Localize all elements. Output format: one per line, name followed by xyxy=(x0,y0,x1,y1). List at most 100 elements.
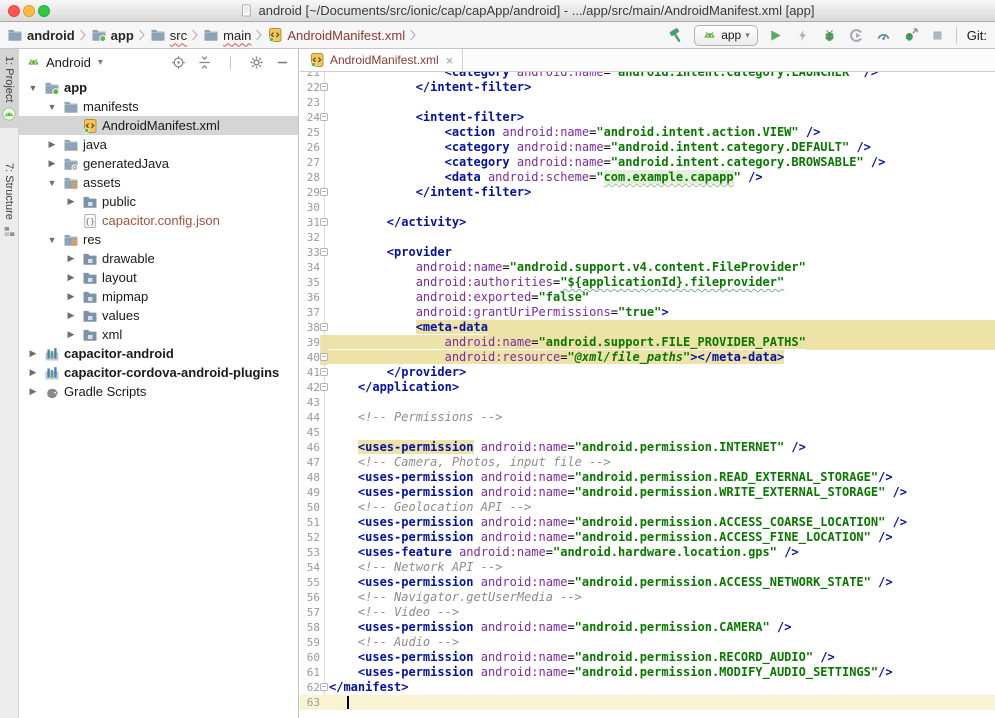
code-line-63[interactable]: 63 xyxy=(300,695,995,710)
code-line-25[interactable]: 25 <action android:name="android.intent.… xyxy=(300,125,995,140)
breadcrumb-item-main[interactable]: main xyxy=(200,27,254,43)
code-line-58[interactable]: 58 <uses-permission android:name="androi… xyxy=(300,620,995,635)
code-line-30[interactable]: 30 xyxy=(300,200,995,215)
code-line-38[interactable]: 38 <meta-data xyxy=(300,320,995,335)
code-line-23[interactable]: 23 xyxy=(300,95,995,110)
chevron-expanded-icon[interactable]: ▼ xyxy=(46,102,58,112)
tree-item-generatedjava[interactable]: ▶generatedJava xyxy=(19,154,298,173)
fold-marker-icon[interactable] xyxy=(320,185,329,200)
code-line-54[interactable]: 54 <!-- Network API --> xyxy=(300,560,995,575)
tree-item-values[interactable]: ▶values xyxy=(19,306,298,325)
fold-marker-icon[interactable] xyxy=(320,320,329,335)
tree-item-java[interactable]: ▶java xyxy=(19,135,298,154)
fold-marker-icon[interactable] xyxy=(320,380,329,395)
code-line-60[interactable]: 60 <uses-permission android:name="androi… xyxy=(300,650,995,665)
chevron-collapsed-icon[interactable]: ▶ xyxy=(27,348,39,359)
collapse-all-button[interactable] xyxy=(195,54,213,72)
code-line-26[interactable]: 26 <category android:name="android.inten… xyxy=(300,140,995,155)
code-line-51[interactable]: 51 <uses-permission android:name="androi… xyxy=(300,515,995,530)
tree-item-public[interactable]: ▶public xyxy=(19,192,298,211)
tab-androidmanifest[interactable]: AndroidManifest.xml × xyxy=(300,49,463,71)
hide-panel-button[interactable] xyxy=(273,54,291,72)
code-line-52[interactable]: 52 <uses-permission android:name="androi… xyxy=(300,530,995,545)
chevron-collapsed-icon[interactable]: ▶ xyxy=(65,253,77,264)
tree-item-layout[interactable]: ▶layout xyxy=(19,268,298,287)
tree-item-manifests[interactable]: ▼manifests xyxy=(19,97,298,116)
code-line-50[interactable]: 50 <!-- Geolocation API --> xyxy=(300,500,995,515)
fold-marker-icon[interactable] xyxy=(320,365,329,380)
tool-window-button-structure[interactable]: 7: Structure xyxy=(0,156,19,245)
code-line-61[interactable]: 61 <uses-permission android:name="androi… xyxy=(300,665,995,680)
tree-item-capacitor-config-json[interactable]: {}capacitor.config.json xyxy=(19,211,298,230)
apply-changes-button[interactable] xyxy=(794,26,812,44)
breadcrumb-item-src[interactable]: src xyxy=(147,27,190,43)
code-line-49[interactable]: 49 <uses-permission android:name="androi… xyxy=(300,485,995,500)
tree-item-androidmanifest-xml[interactable]: AndroidManifest.xml xyxy=(19,116,298,135)
breadcrumb-item-androidmanifest.xml[interactable]: AndroidManifest.xml xyxy=(264,27,408,43)
chevron-expanded-icon[interactable]: ▼ xyxy=(46,235,58,245)
chevron-collapsed-icon[interactable]: ▶ xyxy=(65,329,77,340)
chevron-collapsed-icon[interactable]: ▶ xyxy=(65,272,77,283)
code-line-48[interactable]: 48 <uses-permission android:name="androi… xyxy=(300,470,995,485)
code-line-57[interactable]: 57 <!-- Video --> xyxy=(300,605,995,620)
code-line-31[interactable]: 31 </activity> xyxy=(300,215,995,230)
code-line-27[interactable]: 27 <category android:name="android.inten… xyxy=(300,155,995,170)
chevron-collapsed-icon[interactable]: ▶ xyxy=(65,196,77,207)
tree-item-mipmap[interactable]: ▶mipmap xyxy=(19,287,298,306)
fold-marker-icon[interactable] xyxy=(320,215,329,230)
tool-window-button-project[interactable]: 1: Project xyxy=(0,49,19,128)
code-line-43[interactable]: 43 xyxy=(300,395,995,410)
tree-item-app[interactable]: ▼app xyxy=(19,78,298,97)
run-config-select[interactable]: app▾ xyxy=(694,25,758,46)
fold-marker-icon[interactable] xyxy=(320,350,329,365)
tree-item-xml[interactable]: ▶xml xyxy=(19,325,298,344)
chevron-collapsed-icon[interactable]: ▶ xyxy=(27,367,39,378)
minimize-window-button[interactable] xyxy=(23,5,35,17)
chevron-collapsed-icon[interactable]: ▶ xyxy=(65,291,77,302)
code-line-59[interactable]: 59 <!-- Audio --> xyxy=(300,635,995,650)
chevron-collapsed-icon[interactable]: ▶ xyxy=(46,158,58,169)
code-line-45[interactable]: 45 xyxy=(300,425,995,440)
code-line-28[interactable]: 28 <data android:scheme="com.example.cap… xyxy=(300,170,995,185)
code-line-21[interactable]: 21 <category android:name="android.inten… xyxy=(300,72,995,80)
fold-marker-icon[interactable] xyxy=(320,680,329,695)
stop-button[interactable] xyxy=(929,26,947,44)
code-line-36[interactable]: 36 android:exported="false" xyxy=(300,290,995,305)
code-line-35[interactable]: 35 android:authorities="${applicationId}… xyxy=(300,275,995,290)
debug-button[interactable] xyxy=(821,26,839,44)
code-line-32[interactable]: 32 xyxy=(300,230,995,245)
code-line-39[interactable]: 39 android:name="android.support.FILE_PR… xyxy=(300,335,995,350)
code-line-33[interactable]: 33 <provider xyxy=(300,245,995,260)
breadcrumb-item-app[interactable]: app xyxy=(88,27,137,43)
code-line-56[interactable]: 56 <!-- Navigator.getUserMedia --> xyxy=(300,590,995,605)
code-line-40[interactable]: 40 android:resource="@xml/file_paths"></… xyxy=(300,350,995,365)
close-window-button[interactable] xyxy=(8,5,20,17)
maximize-window-button[interactable] xyxy=(38,5,50,17)
attach-debugger-button[interactable] xyxy=(902,26,920,44)
build-button[interactable] xyxy=(667,26,685,44)
code-line-34[interactable]: 34 android:name="android.support.v4.cont… xyxy=(300,260,995,275)
git-label[interactable]: Git: xyxy=(966,28,987,43)
close-tab-icon[interactable]: × xyxy=(446,53,454,68)
project-view-selector[interactable]: Android xyxy=(46,55,91,70)
tree-item-drawable[interactable]: ▶drawable xyxy=(19,249,298,268)
profiler-button[interactable] xyxy=(875,26,893,44)
tree-item-assets[interactable]: ▼assets xyxy=(19,173,298,192)
code-line-22[interactable]: 22 </intent-filter> xyxy=(300,80,995,95)
code-line-44[interactable]: 44 <!-- Permissions --> xyxy=(300,410,995,425)
fold-marker-icon[interactable] xyxy=(320,245,329,260)
code-line-46[interactable]: 46 <uses-permission android:name="androi… xyxy=(300,440,995,455)
code-line-62[interactable]: 62</manifest> xyxy=(300,680,995,695)
fold-marker-icon[interactable] xyxy=(320,110,329,125)
tree-item-capacitor-android[interactable]: ▶capacitor-android xyxy=(19,344,298,363)
locate-file-button[interactable] xyxy=(169,54,187,72)
code-line-29[interactable]: 29 </intent-filter> xyxy=(300,185,995,200)
coverage-button[interactable] xyxy=(848,26,866,44)
code-line-37[interactable]: 37 android:grantUriPermissions="true"> xyxy=(300,305,995,320)
code-line-41[interactable]: 41 </provider> xyxy=(300,365,995,380)
chevron-expanded-icon[interactable]: ▼ xyxy=(27,83,39,93)
chevron-collapsed-icon[interactable]: ▶ xyxy=(46,139,58,150)
code-line-53[interactable]: 53 <uses-feature android:name="android.h… xyxy=(300,545,995,560)
code-line-55[interactable]: 55 <uses-permission android:name="androi… xyxy=(300,575,995,590)
code-line-24[interactable]: 24 <intent-filter> xyxy=(300,110,995,125)
